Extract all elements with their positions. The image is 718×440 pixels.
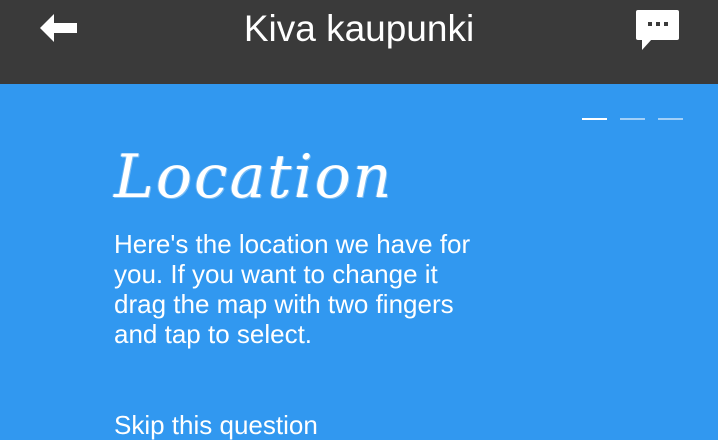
page-dot-3[interactable] <box>658 118 683 120</box>
section-heading: Location <box>114 142 394 212</box>
page-title: Kiva kaupunki <box>243 8 475 49</box>
back-button[interactable] <box>36 8 82 48</box>
chat-bubble-icon <box>636 10 679 50</box>
instruction-text: Here's the location we have for you. If … <box>114 229 471 349</box>
page-indicator <box>582 118 683 120</box>
page-dot-2[interactable] <box>620 118 645 120</box>
page-dot-1[interactable] <box>582 118 607 120</box>
main-panel: Location Here's the location we have for… <box>0 84 718 440</box>
skip-question-link[interactable]: Skip this question <box>114 410 318 440</box>
top-bar: Kiva kaupunki <box>0 0 718 84</box>
chat-button[interactable] <box>634 8 682 52</box>
arrow-left-icon <box>40 14 77 42</box>
